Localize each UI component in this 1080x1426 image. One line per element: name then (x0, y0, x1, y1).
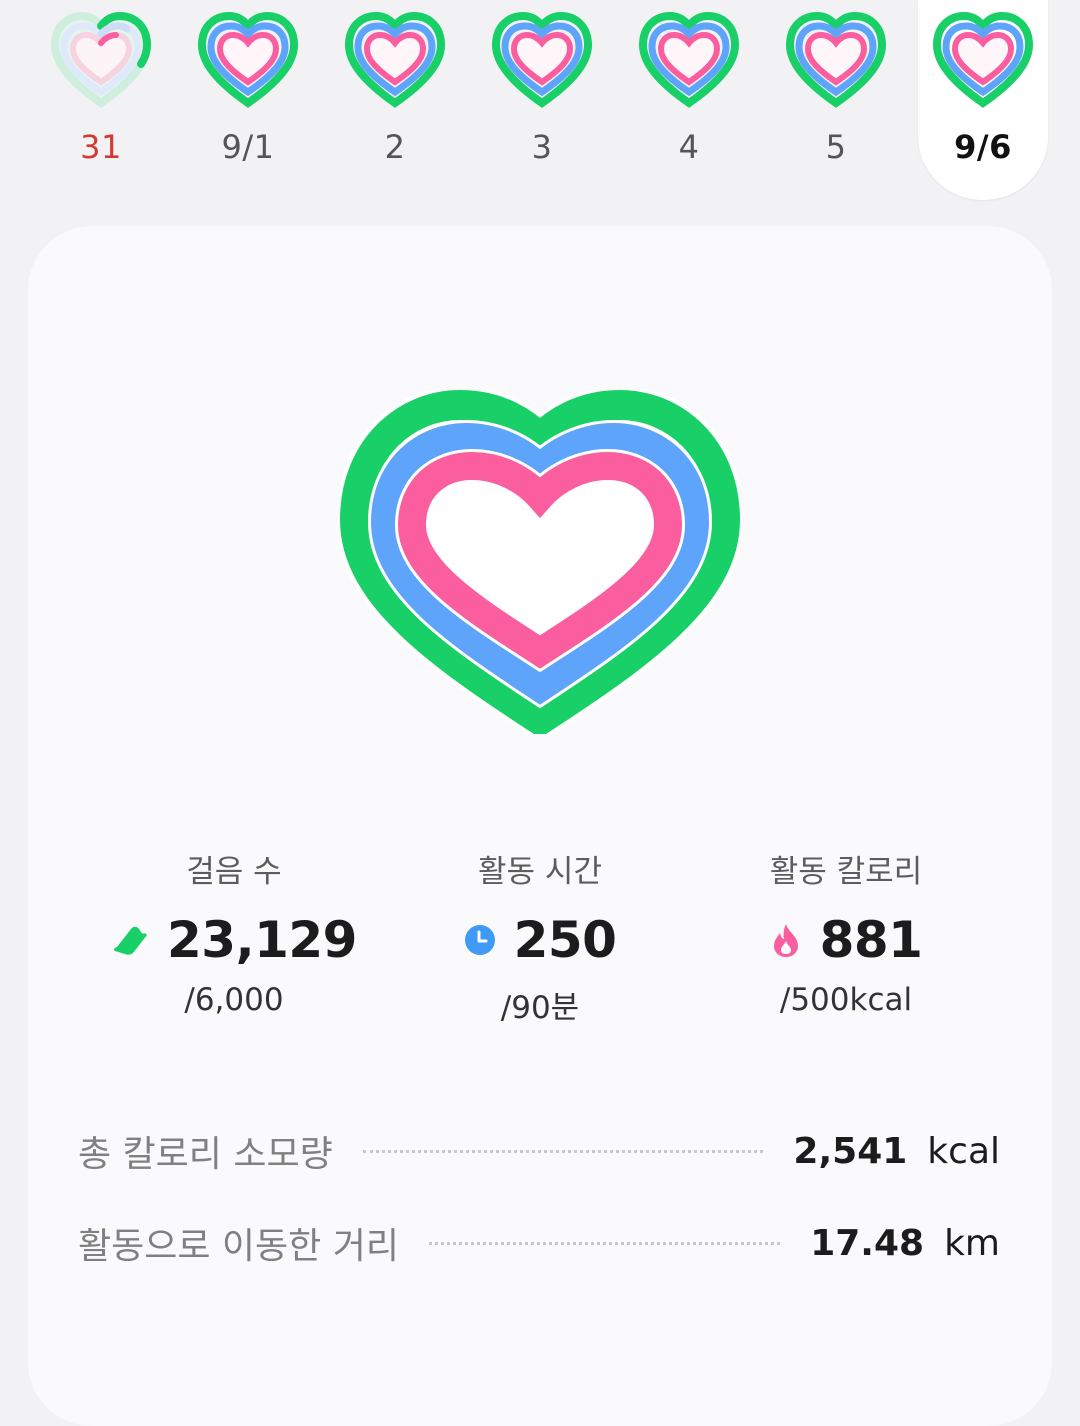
calories-value: 881 (819, 911, 923, 969)
day-item-9-6-selected[interactable]: 9/6 (918, 0, 1048, 200)
heart-ring-icon (638, 12, 740, 108)
heart-ring-icon (344, 12, 446, 108)
heart-ring-icon (197, 12, 299, 108)
calories-stat[interactable]: 활동 칼로리 881 /500kcal (676, 846, 1016, 1018)
day-item-2[interactable]: 2 (330, 0, 460, 200)
dotted-leader (362, 1149, 764, 1153)
activity-summary-card: 걸음 수 23,129 /6,000 활동 시간 250 /90분 활동 칼로리 (28, 226, 1052, 1426)
flame-icon (773, 924, 798, 957)
distance-row[interactable]: 활동으로 이동한 거리 17.48 km (78, 1213, 1000, 1273)
heart-ring-icon (785, 12, 887, 108)
day-label: 3 (531, 128, 553, 166)
steps-stat[interactable]: 걸음 수 23,129 /6,000 (64, 846, 404, 1018)
distance-value: 17.48 (810, 1222, 925, 1264)
week-strip: 31 9/1 2 3 4 5 9/6 (0, 0, 1080, 210)
day-label: 5 (825, 128, 847, 166)
heart-ring-icon (50, 12, 152, 108)
steps-title: 걸음 수 (186, 854, 282, 890)
day-label: 4 (678, 128, 700, 166)
activity-heart-rings (340, 390, 740, 734)
day-label: 9/1 (221, 128, 275, 166)
active-time-goal: /90분 (500, 990, 580, 1026)
distance-unit: km (944, 1222, 1000, 1264)
heart-ring-icon (491, 12, 593, 108)
steps-value: 23,129 (167, 911, 357, 969)
day-label: 31 (80, 128, 122, 166)
distance-label: 활동으로 이동한 거리 (78, 1226, 399, 1267)
day-item-9-1[interactable]: 9/1 (183, 0, 313, 200)
active-time-stat[interactable]: 활동 시간 250 /90분 (370, 846, 710, 1027)
total-calories-label: 총 칼로리 소모량 (78, 1134, 333, 1175)
clock-icon (464, 925, 495, 955)
day-label: 2 (384, 128, 406, 166)
day-item-4[interactable]: 4 (624, 0, 754, 200)
shoe-icon (113, 926, 148, 955)
dotted-leader (428, 1241, 781, 1245)
total-calories-unit: kcal (927, 1130, 1000, 1172)
active-time-title: 활동 시간 (478, 854, 602, 890)
active-time-value: 250 (513, 911, 617, 969)
total-calories-row[interactable]: 총 칼로리 소모량 2,541 kcal (78, 1121, 1000, 1181)
calories-title: 활동 칼로리 (769, 854, 923, 890)
steps-goal: /6,000 (184, 982, 284, 1018)
heart-ring-icon (932, 12, 1034, 108)
day-item-3[interactable]: 3 (477, 0, 607, 200)
total-calories-value: 2,541 (793, 1130, 908, 1172)
calories-goal: /500kcal (779, 982, 913, 1018)
day-label: 9/6 (954, 128, 1012, 166)
day-item-5[interactable]: 5 (771, 0, 901, 200)
day-item-31[interactable]: 31 (36, 0, 166, 200)
